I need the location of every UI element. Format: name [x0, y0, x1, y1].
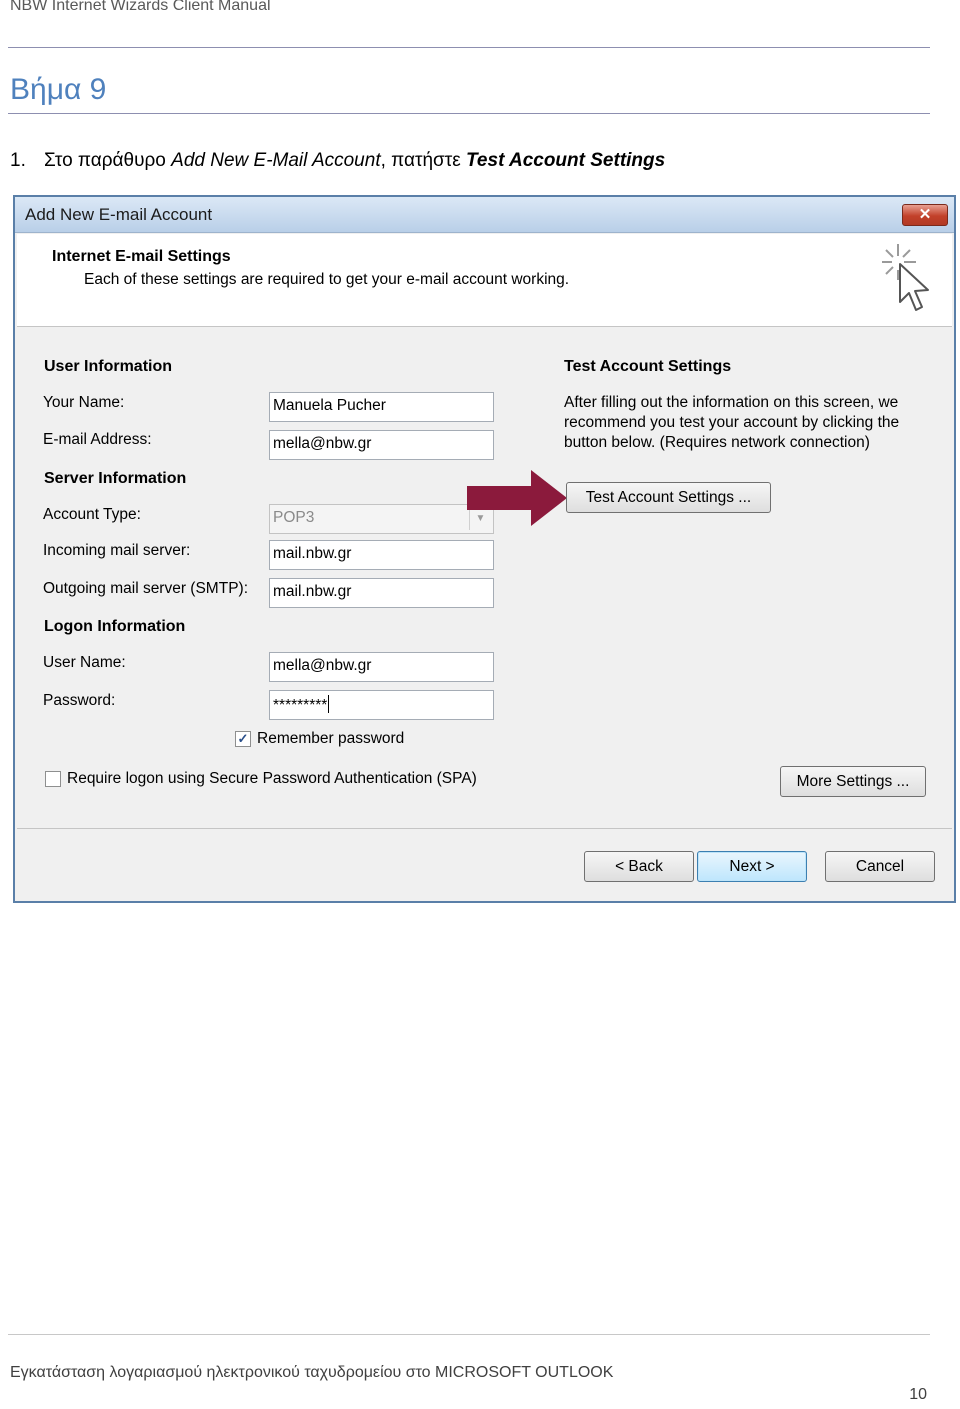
account-type-label: Account Type:: [43, 506, 141, 523]
outgoing-server-field[interactable]: mail.nbw.gr: [269, 578, 494, 608]
instruction-number: 1.: [10, 150, 26, 171]
email-address-label: E-mail Address:: [43, 431, 152, 448]
instruction-window-name: Add New E-Mail Account: [171, 150, 381, 171]
cancel-button[interactable]: Cancel: [825, 851, 935, 882]
spa-label[interactable]: Require logon using Secure Password Auth…: [67, 770, 477, 788]
dialog-title: Add New E-mail Account: [25, 205, 213, 224]
remember-password-label[interactable]: Remember password: [257, 730, 404, 748]
password-field[interactable]: *********: [269, 690, 494, 720]
remember-password-checkbox[interactable]: ✓: [235, 731, 251, 747]
back-button[interactable]: < Back: [584, 851, 694, 882]
add-email-account-dialog: Add New E-mail Account ✕ Internet E-mail…: [13, 195, 956, 903]
your-name-label: Your Name:: [43, 394, 125, 411]
incoming-server-label: Incoming mail server:: [43, 542, 191, 559]
close-button[interactable]: ✕: [902, 204, 948, 226]
test-account-settings-button[interactable]: Test Account Settings ...: [566, 482, 771, 513]
more-settings-button[interactable]: More Settings ...: [780, 766, 926, 797]
spa-checkbox[interactable]: [45, 771, 61, 787]
button-separator: [17, 828, 952, 829]
next-button[interactable]: Next >: [697, 851, 807, 882]
outgoing-server-label: Outgoing mail server (SMTP):: [43, 580, 248, 597]
close-icon: ✕: [918, 206, 932, 223]
user-name-label: User Name:: [43, 654, 126, 671]
test-settings-description: After filling out the information on thi…: [564, 394, 900, 451]
header-subtitle: Each of these settings are required to g…: [84, 271, 570, 288]
footer-rule: [8, 1334, 930, 1335]
instruction: 1. Στο παράθυρο Add New E-Mail Account, π…: [10, 150, 665, 172]
account-type-select: POP3 ▼: [269, 504, 494, 534]
instruction-target: Test Account Settings: [466, 150, 666, 171]
cursor-sparkle-icon: [882, 244, 929, 311]
instruction-middle: , πατήστε: [380, 150, 467, 171]
user-name-field[interactable]: mella@nbw.gr: [269, 652, 494, 682]
test-settings-title: Test Account Settings: [564, 358, 732, 375]
step-heading: Βήμα 9: [10, 73, 107, 106]
heading-rule: [8, 113, 930, 114]
password-value: *********: [273, 697, 328, 714]
incoming-server-field[interactable]: mail.nbw.gr: [269, 540, 494, 570]
doc-header: NBW Internet Wizards Client Manual: [10, 0, 271, 14]
header-title: Internet E-mail Settings: [52, 248, 231, 265]
text-caret: [328, 695, 330, 713]
your-name-field[interactable]: Manuela Pucher: [269, 392, 494, 422]
password-label: Password:: [43, 692, 116, 709]
page-number: 10: [909, 1386, 927, 1403]
instruction-prefix: Στο παράθυρο: [44, 150, 172, 171]
user-info-title: User Information: [44, 358, 173, 375]
doc-footer: Εγκατάσταση λογαριασμού ηλεκτρονικού ταχ…: [10, 1364, 614, 1381]
pointer-arrow-icon: [467, 470, 567, 526]
server-info-title: Server Information: [44, 470, 187, 487]
account-type-value: POP3: [273, 509, 315, 526]
logon-info-title: Logon Information: [44, 618, 186, 635]
header-rule: [8, 47, 930, 48]
email-address-field[interactable]: mella@nbw.gr: [269, 430, 494, 460]
dialog-header-panel: Internet E-mail Settings Each of these s…: [17, 234, 952, 327]
dialog-titlebar[interactable]: Add New E-mail Account ✕: [15, 197, 954, 233]
